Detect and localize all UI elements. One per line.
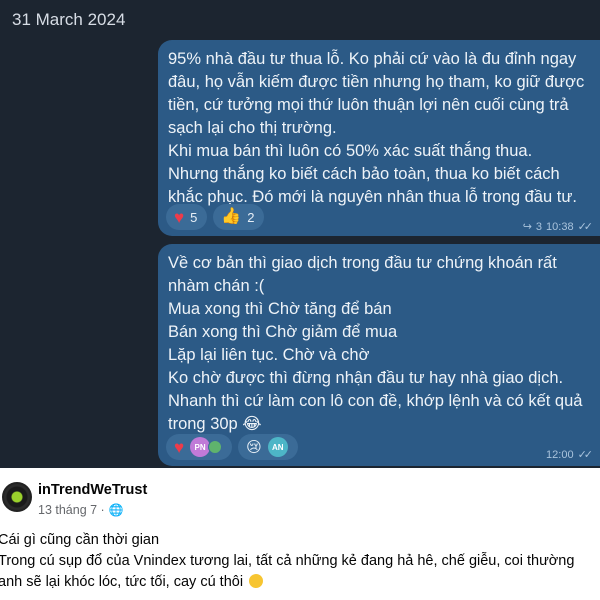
reactions-bar: ♥ PN 😢 AN — [166, 434, 298, 460]
message-text: Về cơ bản thì giao dịch trong đầu tư chứ… — [168, 252, 596, 436]
heart-icon: ♥ — [174, 437, 185, 457]
message-line: Lặp lại liên tục. Chờ và chờ — [168, 346, 370, 364]
reactor-avatar — [208, 440, 223, 454]
message-line: sạch lại cho thị trường. — [168, 119, 337, 137]
message-line: Nhưng thắng ko biết cách bảo toàn, thua … — [168, 165, 560, 183]
smiling-face-icon — [249, 574, 264, 588]
message-line: đâu, họ vẫn kiếm được tiền nhưng họ tham… — [168, 73, 585, 91]
reaction-heart[interactable]: ♥ 5 — [166, 204, 208, 230]
post-body: Cái gì cũng cần thời gian Trong cú sụp đ… — [0, 530, 600, 593]
message-time: 12:00 — [546, 449, 574, 461]
reactor-avatar: PN — [190, 437, 211, 457]
reaction-count: 5 — [190, 209, 198, 225]
message-line: Bán xong thì Chờ giảm để mua — [168, 323, 398, 341]
message-line: Ko chờ được thì đừng nhận đầu tư hay nhà… — [168, 369, 564, 387]
globe-icon: 🌐 — [108, 503, 124, 517]
reaction-crying[interactable]: 😢 AN — [238, 434, 298, 460]
thumbs-up-icon: 👍 — [221, 208, 242, 225]
post-line-text: anh sẽ lại khóc lóc, tức tối, cay cú thô… — [0, 574, 244, 590]
post-date: 13 tháng 7 · 🌐 — [38, 503, 124, 517]
forward-icon: ↪ — [522, 221, 532, 233]
message-meta: 12:00 ✓✓ — [546, 444, 594, 467]
reaction-count: 2 — [247, 209, 255, 225]
post-line: anh sẽ lại khóc lóc, tức tối, cay cú thô… — [0, 572, 600, 593]
author-avatar[interactable] — [2, 482, 32, 512]
message-line: Mua xong thì Chờ tăng để bán — [168, 300, 392, 318]
telegram-chat: 31 March 2024 95% nhà đầu tư thua lỗ. Ko… — [0, 0, 600, 468]
forward-count: 3 — [535, 221, 543, 233]
post-line: Cái gì cũng cần thời gian — [0, 532, 160, 548]
message-text: 95% nhà đầu tư thua lỗ. Ko phải cứ vào l… — [168, 48, 596, 209]
post-line: Trong cú sụp đổ của Vnindex tương lai, t… — [0, 553, 575, 569]
message-time: 10:38 — [546, 221, 574, 233]
facebook-post: inTrendWeTrust 13 tháng 7 · 🌐 Cái gì cũn… — [0, 468, 600, 600]
message-line: Khi mua bán thì luôn có 50% xác suất thắ… — [168, 142, 533, 160]
date-separator: 31 March 2024 — [12, 10, 126, 29]
message-line: tiền, cứ tưởng mọi thứ luôn thuận lợi nê… — [168, 96, 569, 114]
author-name[interactable]: inTrendWeTrust — [38, 482, 147, 498]
message-line: 95% nhà đầu tư thua lỗ. Ko phải cứ vào l… — [168, 50, 577, 68]
double-check-icon: ✓✓ — [577, 221, 594, 233]
double-check-icon: ✓✓ — [577, 449, 594, 461]
crying-face-icon: 😢 — [246, 438, 262, 456]
reactions-bar: ♥ 5 👍 2 — [166, 204, 265, 230]
message-meta: ↪ 3 10:38 ✓✓ — [522, 216, 594, 239]
message-bubble[interactable]: 95% nhà đầu tư thua lỗ. Ko phải cứ vào l… — [158, 40, 600, 236]
message-line: Về cơ bản thì giao dịch trong đầu tư chứ… — [168, 254, 557, 272]
reactor-avatar: AN — [267, 437, 288, 457]
message-line: trong 30p 😂 — [168, 415, 262, 433]
post-date-text[interactable]: 13 tháng 7 · — [38, 503, 105, 517]
heart-icon: ♥ — [174, 207, 185, 227]
message-line: nhàm chán :( — [168, 277, 265, 295]
reaction-heart[interactable]: ♥ PN — [166, 434, 233, 460]
reaction-thumbs-up[interactable]: 👍 2 — [213, 204, 265, 230]
message-line: Nhanh thì cứ làm con lô con đề, khớp lện… — [168, 392, 583, 410]
message-bubble[interactable]: Về cơ bản thì giao dịch trong đầu tư chứ… — [158, 244, 600, 466]
